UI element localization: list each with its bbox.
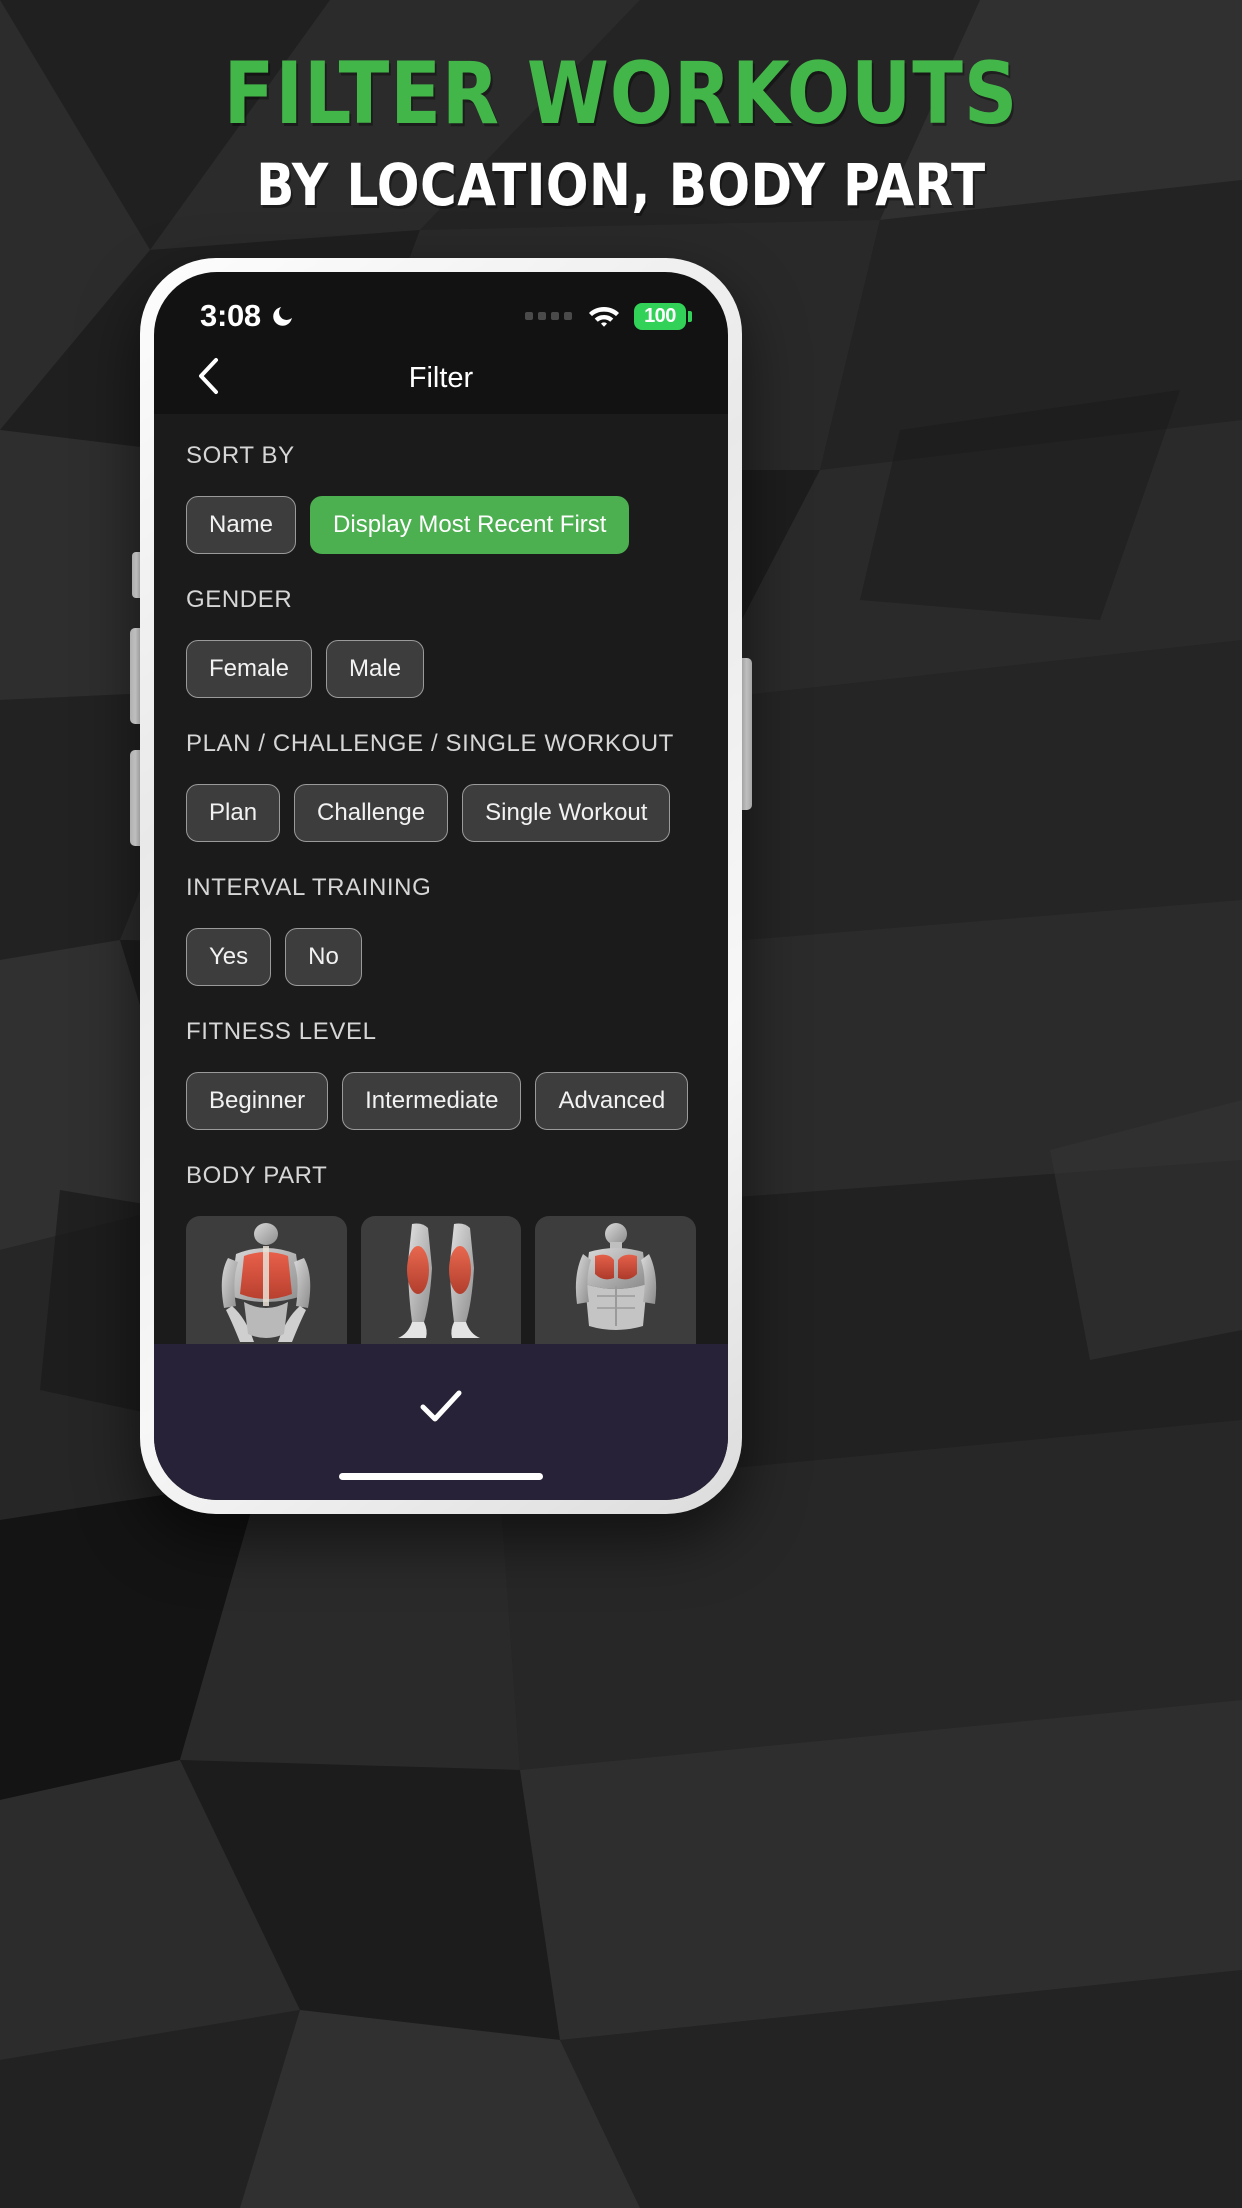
chip-no[interactable]: No: [285, 928, 362, 986]
phone-power-button[interactable]: [741, 658, 752, 810]
filter-content[interactable]: SORT BY Name Display Most Recent First G…: [154, 414, 728, 1344]
body-part-card-calves[interactable]: Calves: [360, 1216, 522, 1344]
section-fitness-level: FITNESS LEVEL Beginner Intermediate Adva…: [154, 1018, 728, 1130]
chip-display-most-recent-first[interactable]: Display Most Recent First: [310, 496, 630, 554]
promo-headline-block: FILTER WORKOUTS BY LOCATION, BODY PART: [0, 44, 1242, 220]
chip-plan[interactable]: Plan: [186, 784, 281, 842]
promo-subheadline: BY LOCATION, BODY PART: [256, 151, 986, 220]
body-part-card-back[interactable]: Back: [186, 1216, 347, 1344]
section-label: SORT BY: [186, 442, 295, 469]
chip-row: Yes No: [186, 928, 696, 986]
crescent-moon-icon: [270, 304, 295, 329]
battery-level-text: 100: [644, 304, 676, 327]
signal-dots-icon: [525, 312, 574, 320]
checkmark-icon: [419, 1388, 463, 1429]
wifi-icon: [588, 304, 620, 328]
status-bar-left: 3:08: [200, 298, 295, 334]
chip-row: Female Male: [186, 640, 696, 698]
status-time: 3:08: [200, 298, 261, 333]
chip-female[interactable]: Female: [186, 640, 313, 698]
status-bar-right: 100: [525, 302, 692, 330]
chip-male[interactable]: Male: [326, 640, 425, 698]
page-title: Filter: [408, 361, 474, 394]
section-label: FITNESS LEVEL: [186, 1018, 377, 1045]
chip-single-workout[interactable]: Single Workout: [462, 784, 671, 842]
battery-indicator: 100: [634, 302, 692, 330]
home-indicator[interactable]: [339, 1473, 543, 1480]
chip-row: Name Display Most Recent First: [186, 496, 696, 554]
back-button[interactable]: [184, 353, 234, 403]
chip-advanced[interactable]: Advanced: [535, 1072, 689, 1130]
promo-page: FILTER WORKOUTS BY LOCATION, BODY PART 3…: [0, 0, 1242, 2208]
section-gender: GENDER Female Male: [154, 586, 728, 698]
nav-bar: Filter: [154, 342, 728, 414]
section-label: PLAN / CHALLENGE / SINGLE WORKOUT: [186, 730, 674, 757]
chip-beginner[interactable]: Beginner: [186, 1072, 329, 1130]
chip-row: Plan Challenge Single Workout: [186, 784, 696, 842]
phone-screen: 3:08 100 Filter SORT BY Name Display Mos…: [154, 272, 728, 1500]
section-label: GENDER: [186, 586, 293, 613]
status-bar: 3:08 100: [154, 272, 728, 342]
section-body-part: BODY PART: [154, 1162, 728, 1344]
phone-mockup: 3:08 100 Filter SORT BY Name Display Mos…: [140, 258, 742, 1514]
section-sort-by: SORT BY Name Display Most Recent First: [154, 442, 728, 554]
chip-yes[interactable]: Yes: [186, 928, 272, 986]
chest-muscle-illustration: [535, 1222, 696, 1344]
calves-muscle-illustration: [361, 1222, 522, 1344]
chip-row: Beginner Intermediate Advanced: [186, 1072, 696, 1130]
bottom-bar: [154, 1344, 728, 1500]
body-part-grid: Back: [186, 1216, 696, 1344]
back-muscle-illustration: [186, 1222, 347, 1344]
confirm-button[interactable]: [419, 1388, 463, 1429]
chevron-left-icon: [196, 356, 222, 401]
section-interval-training: INTERVAL TRAINING Yes No: [154, 874, 728, 986]
section-label: INTERVAL TRAINING: [186, 874, 432, 901]
chip-name[interactable]: Name: [186, 496, 297, 554]
promo-headline: FILTER WORKOUTS: [223, 44, 1019, 144]
section-label: BODY PART: [186, 1162, 328, 1189]
section-plan-challenge-single-workout: PLAN / CHALLENGE / SINGLE WORKOUT Plan C…: [154, 730, 728, 842]
chip-challenge[interactable]: Challenge: [294, 784, 449, 842]
chip-intermediate[interactable]: Intermediate: [342, 1072, 522, 1130]
body-part-card-chest[interactable]: Chest: [535, 1216, 696, 1344]
